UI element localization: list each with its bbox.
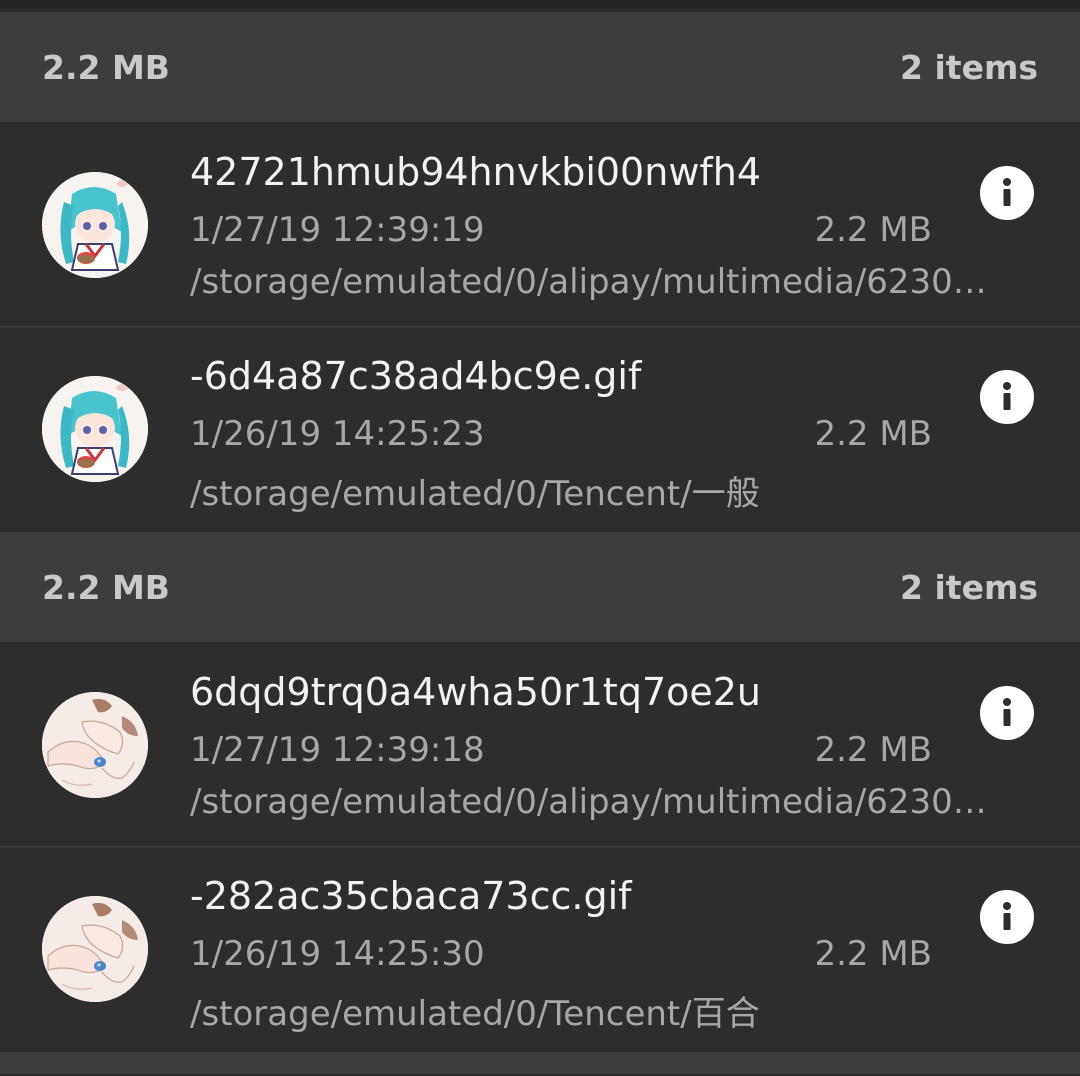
file-name: 6dqd9trq0a4wha50r1tq7oe2u	[190, 670, 762, 714]
file-group: 2.2 MB 2 items 42721hmub94hnvkbi00nwfh4 …	[0, 12, 1080, 528]
file-thumbnail	[42, 172, 148, 278]
group-item-count: 2 items	[900, 47, 1038, 87]
file-size: 2.2 MB	[814, 730, 932, 770]
file-thumbnail	[42, 896, 148, 1002]
group-size: 2.2 MB	[42, 567, 170, 607]
file-date: 1/27/19 12:39:19	[190, 210, 485, 250]
group-header: 2.2 MB 2 items	[0, 12, 1080, 124]
info-icon	[1003, 382, 1011, 410]
info-button[interactable]	[980, 686, 1034, 740]
file-thumbnail	[42, 376, 148, 482]
duplicate-files-screen: 2.2 MB 2 items 42721hmub94hnvkbi00nwfh4 …	[0, 0, 1080, 1076]
file-group: 2.2 MB 2 items 6dqd9trq0a4wha50r1tq7oe2u	[0, 532, 1080, 1048]
file-date: 1/26/19 14:25:23	[190, 414, 485, 454]
file-path: /storage/emulated/0/Tencent/一般	[190, 474, 760, 514]
file-path: /storage/emulated/0/alipay/multimedia/62…	[190, 262, 987, 302]
file-name: 42721hmub94hnvkbi00nwfh4	[190, 150, 762, 194]
file-size: 2.2 MB	[814, 934, 932, 974]
file-name: -282ac35cbaca73cc.gif	[190, 874, 632, 918]
file-date: 1/26/19 14:25:30	[190, 934, 485, 974]
file-date: 1/27/19 12:39:18	[190, 730, 485, 770]
group-size: 2.2 MB	[42, 47, 170, 87]
file-thumbnail	[42, 692, 148, 798]
group-header: 2.2 MB 2 items	[0, 532, 1080, 644]
top-divider	[0, 0, 1080, 8]
next-group-header-edge	[0, 1052, 1080, 1074]
file-list-item[interactable]: -282ac35cbaca73cc.gif 1/26/19 14:25:30 2…	[0, 846, 1080, 1048]
info-button[interactable]	[980, 166, 1034, 220]
info-button[interactable]	[980, 370, 1034, 424]
file-path: /storage/emulated/0/Tencent/百合	[190, 994, 760, 1034]
file-list-item[interactable]: 6dqd9trq0a4wha50r1tq7oe2u 1/27/19 12:39:…	[0, 644, 1080, 846]
info-button[interactable]	[980, 890, 1034, 944]
file-list-item[interactable]: -6d4a87c38ad4bc9e.gif 1/26/19 14:25:23 2…	[0, 326, 1080, 528]
file-name: -6d4a87c38ad4bc9e.gif	[190, 354, 642, 398]
file-size: 2.2 MB	[814, 414, 932, 454]
info-icon	[1003, 902, 1011, 930]
info-icon	[1003, 178, 1011, 206]
info-icon	[1003, 698, 1011, 726]
group-item-count: 2 items	[900, 567, 1038, 607]
file-size: 2.2 MB	[814, 210, 932, 250]
file-path: /storage/emulated/0/alipay/multimedia/62…	[190, 782, 987, 822]
file-list-item[interactable]: 42721hmub94hnvkbi00nwfh4 1/27/19 12:39:1…	[0, 124, 1080, 326]
